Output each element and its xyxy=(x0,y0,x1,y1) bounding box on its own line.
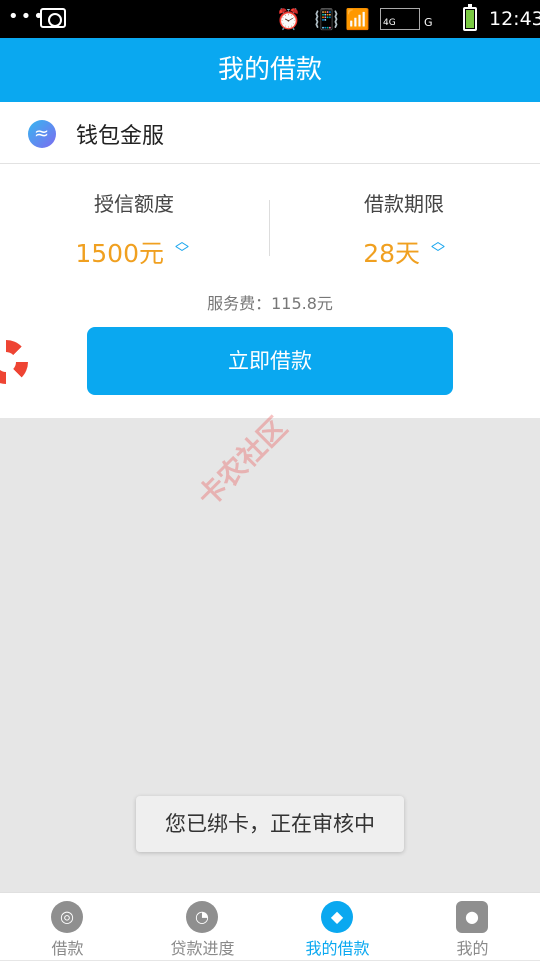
status-time: 12:43 xyxy=(489,8,540,30)
tab-borrow[interactable]: ◎ 借款 xyxy=(0,893,135,961)
tab-my-loans[interactable]: ◆ 我的借款 xyxy=(270,893,405,961)
loan-term-label: 借款期限 xyxy=(364,192,444,216)
chevron-down-icon[interactable]: ﹀ xyxy=(170,247,194,261)
credit-limit-label: 授信额度 xyxy=(94,192,174,216)
tab-label: 我的借款 xyxy=(305,939,370,958)
battery-icon xyxy=(463,4,477,31)
diamond-icon: ◆ xyxy=(321,901,353,933)
bottom-tab-bar: ◎ 借款 ◔ 贷款进度 ◆ 我的借款 ● 我的 xyxy=(0,892,540,960)
provider-name: 钱包金服 xyxy=(76,124,165,149)
loan-card: 钱包金服 授信额度 1500元 ︿ ﹀ 借款期限 28天 ︿ ﹀ 服务费：115… xyxy=(0,102,540,418)
medal-icon: ◎ xyxy=(51,901,83,933)
page-title: 我的借款 xyxy=(0,38,540,102)
tab-label: 贷款进度 xyxy=(170,939,235,958)
loan-term-value: 28天 xyxy=(363,239,420,268)
signal-4g-icon: 4G xyxy=(380,8,420,30)
column-divider xyxy=(269,200,270,256)
credit-limit-value: 1500元 xyxy=(75,239,164,268)
tab-label: 借款 xyxy=(51,939,84,958)
tab-loan-progress[interactable]: ◔ 贷款进度 xyxy=(135,893,270,961)
alarm-icon: ⏰ xyxy=(276,7,301,31)
credit-limit-stepper[interactable]: ︿ ﹀ xyxy=(170,235,194,264)
vibrate-icon: 📳 xyxy=(314,7,339,31)
lifebuoy-icon[interactable] xyxy=(0,340,28,384)
tab-me[interactable]: ● 我的 xyxy=(405,893,540,961)
clock-icon: ◔ xyxy=(186,901,218,933)
provider-row: 钱包金服 xyxy=(0,102,540,164)
loan-term-stepper[interactable]: ︿ ﹀ xyxy=(426,235,450,264)
borrow-now-button[interactable]: 立即借款 xyxy=(87,327,453,395)
signal-g-icon: G xyxy=(424,16,433,29)
service-fee: 服务费：115.8元 xyxy=(0,290,540,314)
chevron-down-icon[interactable]: ﹀ xyxy=(426,247,450,261)
service-fee-label: 服务费： xyxy=(207,294,272,313)
wallet-logo-icon xyxy=(28,120,56,148)
person-icon: ● xyxy=(456,901,488,933)
wifi-icon: 📶 xyxy=(345,7,370,31)
screenshot-icon xyxy=(40,8,66,28)
service-fee-value: 115.8元 xyxy=(271,294,333,313)
tab-label: 我的 xyxy=(456,939,489,958)
status-bar: ••• ⏰ 📳 📶 4G G 12:43 xyxy=(0,0,540,38)
toast-message: 您已绑卡，正在审核中 xyxy=(136,796,404,852)
watermark: 卡农社区 xyxy=(191,410,294,514)
